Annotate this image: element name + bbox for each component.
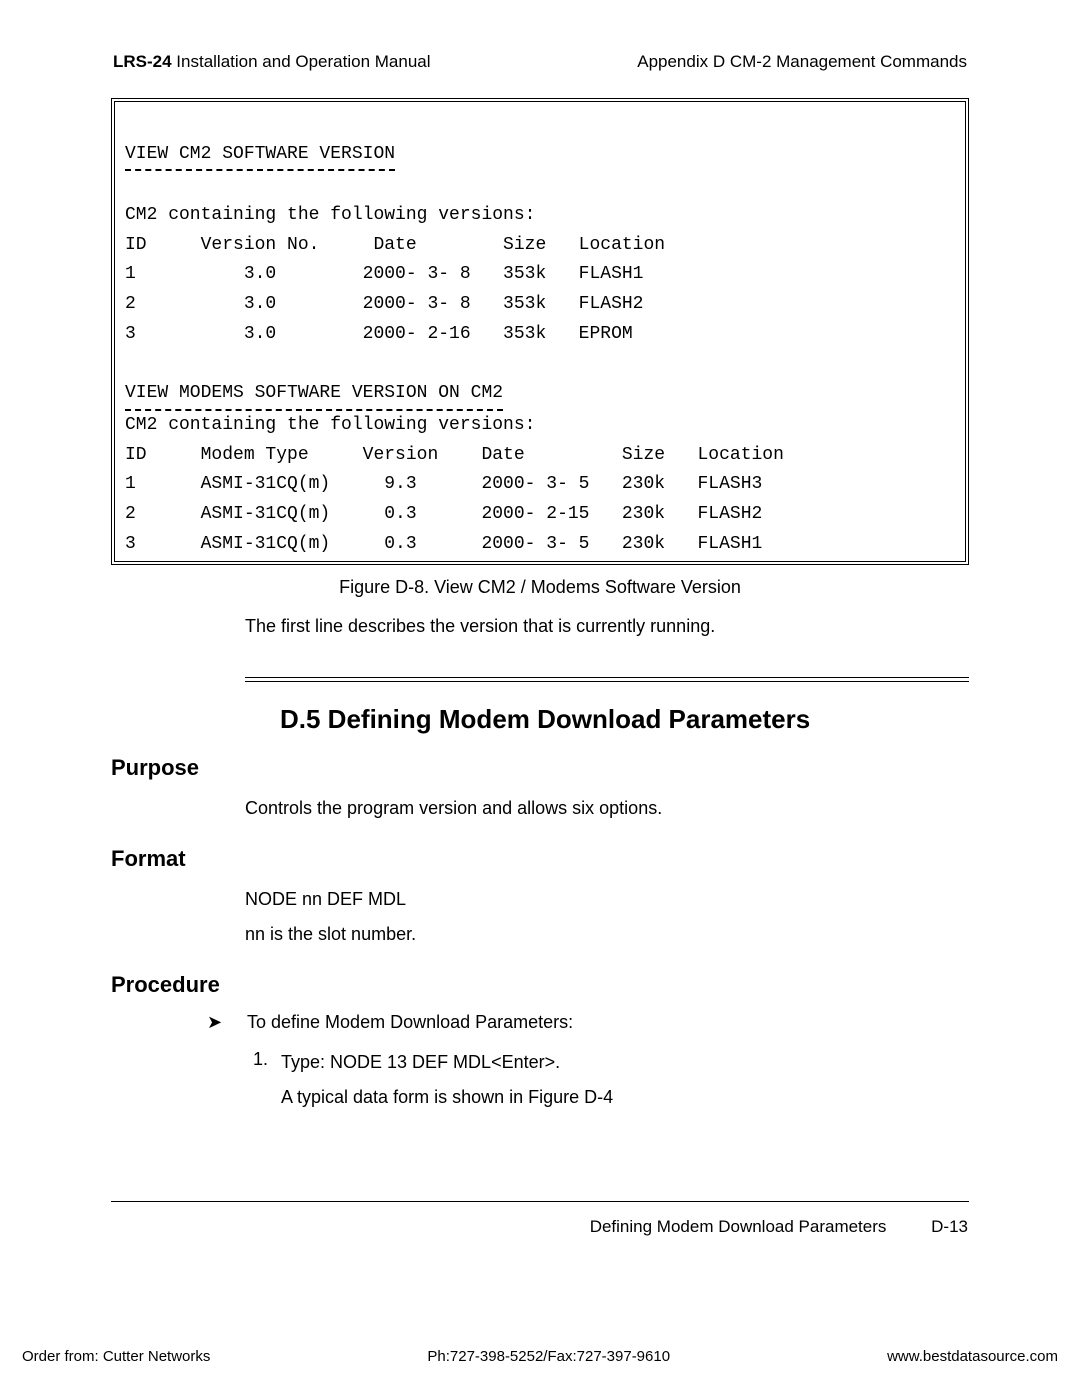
phone-fax: Ph:727-398-5252/Fax:727-397-9610 [427, 1348, 670, 1365]
footer-rule [111, 1201, 969, 1202]
cm2-row: 1 3.0 2000- 3- 8 353k FLASH1 [125, 264, 643, 284]
procedure-label: Procedure [111, 972, 1005, 998]
footer-url: www.bestdatasource.com [887, 1348, 1058, 1365]
step-number: 1. [253, 1049, 281, 1070]
page-header: LRS-24 Installation and Operation Manual… [75, 52, 1005, 72]
bottom-strip: Order from: Cutter Networks Ph:727-398-5… [0, 1348, 1080, 1365]
terminal-output: VIEW CM2 SOFTWARE VERSION CM2 containing… [111, 98, 969, 565]
body-line: The first line describes the version tha… [245, 616, 1005, 637]
modem-row: 3 ASMI-31CQ(m) 0.3 2000- 3- 5 230k FLASH… [125, 534, 762, 554]
step-cmd: NODE 13 DEF MDL<Enter>. [330, 1052, 560, 1072]
terminal-section1-title: VIEW CM2 SOFTWARE VERSION [125, 140, 395, 172]
terminal-intro2: CM2 containing the following versions: [125, 415, 535, 435]
purpose-label: Purpose [111, 755, 1005, 781]
footer-page-number: D-13 [931, 1217, 968, 1236]
format-line2: nn is the slot number. [245, 921, 1005, 948]
format-line1: NODE nn DEF MDL [245, 886, 1005, 913]
modem-table-head: ID Modem Type Version Date Size Location [125, 445, 784, 465]
step-body: Type: NODE 13 DEF MDL<Enter>. [281, 1049, 560, 1077]
step-note: A typical data form is shown in Figure D… [281, 1087, 1005, 1108]
format-label: Format [111, 846, 1005, 872]
footer-section-name: Defining Modem Download Parameters [590, 1217, 887, 1236]
header-left: LRS-24 Installation and Operation Manual [113, 52, 431, 72]
procedure-intro-row: ➤ To define Modem Download Parameters: [207, 1012, 1005, 1033]
arrow-icon: ➤ [207, 1012, 229, 1033]
purpose-text: Controls the program version and allows … [245, 795, 1005, 822]
cm2-row: 2 3.0 2000- 3- 8 353k FLASH2 [125, 294, 643, 314]
step-row: 1. Type: NODE 13 DEF MDL<Enter>. [253, 1049, 1005, 1077]
cm2-table-head: ID Version No. Date Size Location [125, 235, 665, 255]
manual-title: Installation and Operation Manual [172, 52, 431, 71]
section-title: D.5 Defining Modem Download Parameters [280, 704, 1005, 735]
step-type-word: Type: [281, 1052, 330, 1072]
page-footer-line: Defining Modem Download Parameters D-13 [590, 1217, 968, 1237]
procedure-intro: To define Modem Download Parameters: [247, 1012, 573, 1033]
manual-code: LRS-24 [113, 52, 172, 71]
modem-row: 2 ASMI-31CQ(m) 0.3 2000- 2-15 230k FLASH… [125, 504, 762, 524]
modem-row: 1 ASMI-31CQ(m) 9.3 2000- 3- 5 230k FLASH… [125, 474, 762, 494]
section-rule [245, 677, 969, 682]
terminal-intro1: CM2 containing the following versions: [125, 205, 535, 225]
terminal-section2-title: VIEW MODEMS SOFTWARE VERSION ON CM2 [125, 379, 503, 411]
figure-caption: Figure D-8. View CM2 / Modems Software V… [75, 577, 1005, 598]
order-from: Order from: Cutter Networks [22, 1348, 210, 1365]
cm2-row: 3 3.0 2000- 2-16 353k EPROM [125, 324, 633, 344]
header-right: Appendix D CM-2 Management Commands [637, 52, 967, 72]
